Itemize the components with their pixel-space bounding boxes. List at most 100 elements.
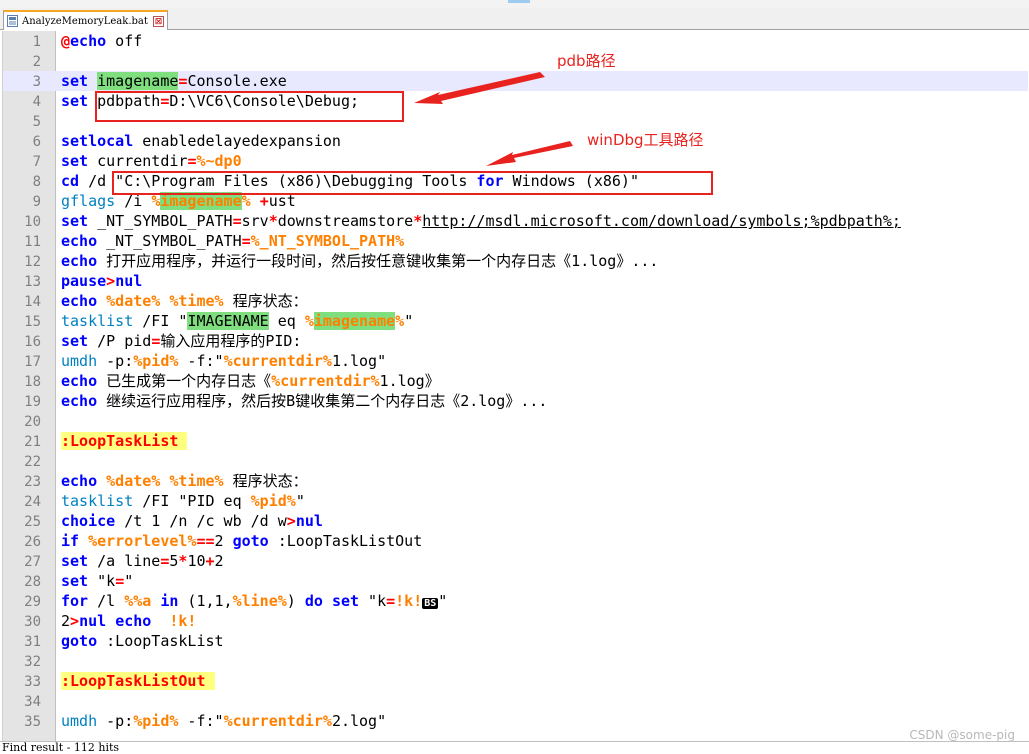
code-line[interactable]: 20 — [3, 411, 1028, 431]
code-token: pause — [61, 272, 107, 290]
code-editor[interactable]: 1 @echo off 2 3 set imagename=Console.exe 4 se… — [2, 31, 1028, 741]
code-line[interactable]: 6 setlocal enabledelayedexpansion — [3, 131, 1028, 151]
code-token: umdh — [61, 352, 98, 370]
line-code: choice /t 1 /n /c wb /d w>nul — [61, 513, 323, 529]
code-line[interactable]: 11 echo _NT_SYMBOL_PATH=%_NT_SYMBOL_PATH% — [3, 231, 1028, 251]
code-token: > — [286, 512, 296, 530]
line-number: 2 — [32, 54, 41, 70]
line-code: umdh -p:%pid% -f:"%currentdir%2.log" — [61, 713, 386, 729]
code-line[interactable]: 22 — [3, 451, 1028, 471]
code-line[interactable]: 24 tasklist /FI "PID eq %pid%" — [3, 491, 1028, 511]
line-code: set /a line=5*10+2 — [61, 553, 224, 569]
code-line[interactable]: 35 umdh -p:%pid% -f:"%currentdir%2.log" — [3, 711, 1028, 731]
code-token: %time% — [169, 472, 224, 490]
code-token: echo — [61, 232, 98, 250]
window-top-edge — [0, 0, 1029, 8]
code-token: off — [106, 32, 143, 50]
code-token: 2 — [61, 612, 71, 630]
code-token: = — [151, 332, 161, 350]
line-code: tasklist /FI "IMAGENAME eq %imagename%" — [61, 312, 413, 330]
status-bar: Find result - 112 hits — [0, 741, 1029, 754]
code-line[interactable]: 17 umdh -p:%pid% -f:"%currentdir%1.log" — [3, 351, 1028, 371]
line-number: 4 — [32, 94, 41, 110]
code-token: %line% — [232, 592, 287, 610]
code-token: Console.exe — [187, 72, 287, 90]
pdbpath-highlight-box — [95, 91, 404, 122]
code-token: == — [196, 532, 215, 550]
code-token: %pid% — [250, 492, 296, 510]
code-line[interactable]: 21:LoopTaskList — [3, 431, 1028, 451]
line-number: 10 — [24, 214, 41, 230]
code-line[interactable]: 14 echo %date% %time% 程序状态： — [3, 291, 1028, 311]
code-line[interactable]: 18 echo 已生成第一个内存日志《%currentdir%1.log》 — [3, 371, 1028, 391]
code-line[interactable]: 32 — [3, 651, 1028, 671]
line-code: set /P pid=输入应用程序的PID: — [61, 333, 301, 349]
code-token: 10 — [187, 552, 206, 570]
line-number: 8 — [32, 174, 41, 190]
line-number: 17 — [24, 354, 41, 370]
code-line[interactable]: 29 for /l %%a in (1,1,%line%) do set "k=!… — [3, 591, 1028, 611]
code-token: = — [386, 592, 396, 610]
code-line[interactable]: 10 set _NT_SYMBOL_PATH=srv*downstreamstor… — [3, 211, 1028, 231]
code-token: %date% — [106, 292, 161, 310]
code-line[interactable]: 13 pause>nul — [3, 271, 1028, 291]
code-token: :LoopTaskListOut — [268, 532, 423, 550]
code-token: (1,1, — [178, 592, 233, 610]
code-token: %errorlevel% — [88, 532, 197, 550]
code-token: " — [124, 572, 134, 590]
code-token: set — [61, 212, 89, 230]
code-token: %currentdir% — [271, 372, 380, 390]
line-number: 33 — [24, 674, 41, 690]
code-token: = — [115, 572, 125, 590]
line-code: set _NT_SYMBOL_PATH=srv*downstreamstore*… — [61, 213, 901, 229]
code-line[interactable]: 34 — [3, 691, 1028, 711]
code-token: 2 — [214, 532, 233, 550]
code-line[interactable]: 26 if %errorlevel%==2 goto :LoopTaskListO… — [3, 531, 1028, 551]
line-code: for /l %%a in (1,1,%line%) do set "k=!k!… — [61, 593, 447, 612]
code-line[interactable]: 25 choice /t 1 /n /c wb /d w>nul — [3, 511, 1028, 531]
code-line[interactable]: 27 set /a line=5*10+2 — [3, 551, 1028, 571]
code-token: enabledelayedexpansion — [133, 132, 341, 150]
code-token: echo — [61, 252, 98, 270]
pdb-path-annotation: pdb路径 — [557, 52, 616, 70]
code-token: for — [61, 592, 89, 610]
line-code: :LoopTaskList — [61, 432, 188, 450]
code-line[interactable]: 12 echo 打开应用程序，并运行一段时间，然后按任意键收集第一个内存日志《1.… — [3, 251, 1028, 271]
code-line[interactable]: 7 set currentdir=%~dp0 — [3, 151, 1028, 171]
code-token: http://msdl.microsoft.com/download/symbo… — [422, 212, 901, 230]
line-number: 27 — [24, 554, 41, 570]
code-line[interactable]: 31 goto :LoopTaskList — [3, 631, 1028, 651]
code-line[interactable]: 15 tasklist /FI "IMAGENAME eq %imagename%… — [3, 311, 1028, 331]
code-token: 继续运行应用程序，然后按B键收集第二个内存日志《2.log》... — [97, 392, 548, 410]
top-indicator — [508, 0, 530, 3]
line-number: 1 — [32, 34, 41, 50]
line-number: 9 — [32, 194, 41, 210]
code-line[interactable]: 33:LoopTaskListOut — [3, 671, 1028, 691]
code-token: " — [438, 592, 448, 610]
tab-strip: AnalyzeMemoryLeak.bat ⊠ — [0, 8, 1029, 30]
code-token: 输入应用程序的PID: — [160, 332, 302, 350]
code-line[interactable]: 1 @echo off — [3, 31, 1028, 51]
line-number: 32 — [24, 654, 41, 670]
code-token: nul — [79, 612, 107, 630]
code-token: > — [70, 612, 80, 630]
code-token: 2.log" — [331, 712, 387, 730]
tab-close-icon[interactable]: ⊠ — [153, 15, 164, 27]
code-token: 程序状态： — [223, 472, 308, 490]
code-line[interactable]: 19 echo 继续运行应用程序，然后按B键收集第二个内存日志《2.log》... — [3, 391, 1028, 411]
code-token: do — [304, 592, 323, 610]
tab-analyze-memory-leak[interactable]: AnalyzeMemoryLeak.bat ⊠ — [3, 10, 168, 30]
code-token: /a line — [88, 552, 161, 570]
code-line[interactable]: 2 — [3, 51, 1028, 71]
code-line[interactable]: 30 2>nul echo !k! — [3, 611, 1028, 631]
code-line[interactable]: 28 set "k=" — [3, 571, 1028, 591]
code-token: + — [205, 552, 215, 570]
code-token: %~dp0 — [196, 152, 242, 170]
code-line[interactable]: 16 set /P pid=输入应用程序的PID: — [3, 331, 1028, 351]
code-token: @ — [61, 32, 71, 50]
code-line[interactable]: 23 echo %date% %time% 程序状态： — [3, 471, 1028, 491]
code-token: -f:" — [178, 712, 224, 730]
code-line[interactable]: 3 set imagename=Console.exe — [3, 71, 1028, 91]
